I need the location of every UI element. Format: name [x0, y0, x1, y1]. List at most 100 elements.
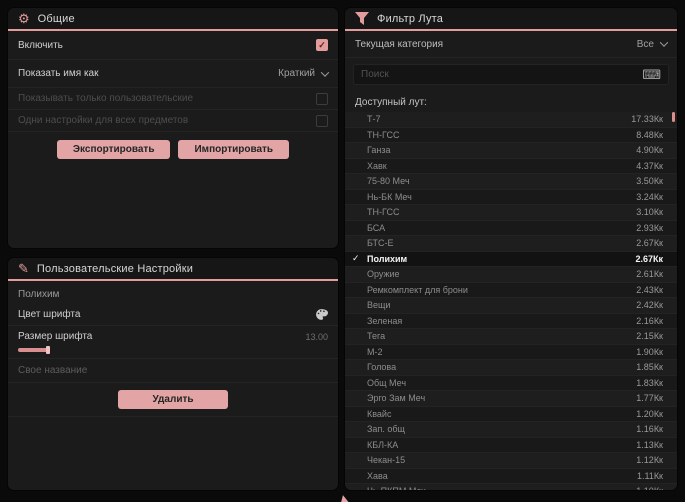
loot-filter-header: Фильтр Лута — [345, 8, 677, 31]
loot-value: 4.37Кк — [636, 160, 663, 171]
delete-row: Удалить — [8, 383, 338, 417]
loot-row[interactable]: ✓ Ганза 4.90Кк — [345, 143, 677, 159]
loot-value: 2.61Кк — [636, 269, 663, 280]
loot-value: 1.20Кк — [636, 408, 663, 419]
loot-name: Общ Меч — [367, 377, 407, 388]
keyboard-icon[interactable]: ⌨ — [642, 68, 661, 81]
loot-row[interactable]: ✓ Нь-БК Меч 3.24Кк — [345, 189, 677, 205]
loot-name: Ремкомплект для брони — [367, 284, 468, 295]
loot-row[interactable]: ✓ Голова 1.85Кк — [345, 360, 677, 376]
loot-name: М-2 — [367, 346, 383, 357]
palette-icon[interactable] — [315, 308, 328, 321]
check-icon: ✓ — [352, 252, 360, 263]
chevron-down-icon — [320, 67, 330, 77]
loot-name: Тега — [367, 331, 386, 342]
loot-row[interactable]: ✓ Ремкомплект для брони 2.43Кк — [345, 282, 677, 298]
slider-handle[interactable] — [46, 346, 50, 354]
only-custom-checkbox[interactable] — [316, 92, 328, 105]
loot-row[interactable]: ✓ Т-7 17.33Кк — [345, 112, 677, 128]
loot-value: 1.85Кк — [636, 362, 663, 373]
loot-name: БСА — [367, 222, 386, 233]
loot-filter-title: Фильтр Лута — [377, 12, 444, 25]
loot-row[interactable]: ✓ Полихим 2.67Кк — [345, 251, 677, 267]
loot-name: ТН-ГСС — [367, 207, 400, 218]
category-row: Текущая категория Все — [345, 31, 677, 58]
loot-name: Чь-ПКПМ Меч — [367, 486, 636, 490]
enable-row: Включить ✓ — [8, 31, 338, 60]
loot-value: 2.67Кк — [635, 253, 663, 264]
loot-row[interactable]: ✓ 75-80 Меч 3.50Кк — [345, 174, 677, 190]
loot-row[interactable]: ✓ КБЛ-КА 1.13Кк — [345, 437, 677, 453]
loot-row[interactable]: ✓ Чь-ПКПМ Меч 1.10Кк — [345, 484, 677, 490]
export-button[interactable]: Экспортировать — [56, 140, 171, 159]
loot-row[interactable]: ✓ Квайс 1.20Кк — [345, 406, 677, 422]
loot-value: 2.67Кк — [636, 238, 663, 249]
loot-value: 1.11Кк — [636, 470, 663, 481]
custom-settings-title: Пользовательские Настройки — [36, 262, 194, 275]
loot-value: 8.48Кк — [636, 129, 663, 140]
loot-row[interactable]: ✓ ТН-ГСС 8.48Кк — [345, 127, 677, 143]
loot-name: Нь-БК Меч — [367, 191, 412, 202]
loot-name: Хавк — [367, 160, 387, 171]
loot-value: 1.90Кк — [636, 346, 663, 357]
delete-button[interactable]: Удалить — [118, 390, 228, 409]
scrollbar-thumb[interactable] — [672, 112, 675, 122]
loot-value: 3.10Кк — [636, 207, 663, 218]
same-settings-label: Одни настройки для всех предметов — [18, 115, 189, 126]
loot-row[interactable]: ✓ Общ Меч 1.83Кк — [345, 375, 677, 391]
loot-name: Вещи — [367, 300, 391, 311]
custom-name-input[interactable] — [8, 359, 338, 383]
loot-value: 3.24Кк — [636, 191, 663, 202]
loot-row[interactable]: ✓ Зеленая 2.16Кк — [345, 313, 677, 329]
loot-name: Чекан-15 — [367, 455, 406, 466]
loot-row[interactable]: ✓ ТН-ГСС 3.10Кк — [345, 205, 677, 221]
loot-value: 2.42Кк — [636, 300, 663, 311]
loot-row[interactable]: ✓ Вещи 2.42Кк — [345, 298, 677, 314]
loot-value: 1.77Кк — [636, 393, 663, 404]
page: ⚙ Общие Включить ✓ Показать имя как Крат… — [0, 0, 685, 502]
loot-row[interactable]: ✓ Хава 1.11Кк — [345, 468, 677, 484]
general-panel-title: Общие — [37, 12, 75, 25]
loot-row[interactable]: ✓ Чекан-15 1.12Кк — [345, 453, 677, 469]
loot-value: 2.43Кк — [636, 284, 663, 295]
loot-row[interactable]: ✓ БСА 2.93Кк — [345, 220, 677, 236]
loot-row[interactable]: ✓ БТС-Е 2.67Кк — [345, 236, 677, 252]
same-settings-row: Одни настройки для всех предметов — [8, 110, 338, 132]
show-name-value: Краткий — [278, 68, 315, 79]
loot-value: 1.83Кк — [636, 377, 663, 388]
loot-name: Зеленая — [367, 315, 403, 326]
chevron-down-icon — [659, 38, 669, 47]
available-loot-label: Доступный лут: — [355, 97, 427, 108]
only-custom-label: Показывать только пользовательские — [18, 93, 193, 104]
loot-name: Голова — [367, 362, 397, 373]
font-size-slider[interactable] — [18, 344, 328, 356]
loot-name: Полихим — [367, 253, 408, 264]
loot-row[interactable]: ✓ Хавк 4.37Кк — [345, 158, 677, 174]
custom-settings-header: ✎ Пользовательские Настройки — [8, 258, 338, 281]
loot-name: Зап. общ — [367, 424, 405, 435]
loot-row[interactable]: ✓ Зап. общ 1.16Кк — [345, 422, 677, 438]
loot-row[interactable]: ✓ Оружие 2.61Кк — [345, 267, 677, 283]
show-name-dropdown[interactable]: Краткий — [278, 67, 330, 79]
import-button[interactable]: Импортировать — [178, 140, 290, 159]
loot-name: 75-80 Меч — [367, 176, 410, 187]
loot-value: 2.15Кк — [636, 331, 663, 342]
enable-checkbox[interactable]: ✓ — [316, 39, 328, 51]
loot-row[interactable]: ✓ Тега 2.15Кк — [345, 329, 677, 345]
loot-row[interactable]: ✓ М-2 1.90Кк — [345, 344, 677, 360]
loot-name: ТН-ГСС — [367, 129, 400, 140]
same-settings-checkbox[interactable] — [316, 114, 328, 127]
font-color-row[interactable]: Цвет шрифта — [8, 304, 338, 326]
funnel-icon — [355, 12, 369, 25]
loot-value: 3.50Кк — [636, 176, 663, 187]
loot-row[interactable]: ✓ Эрго Зам Меч 1.77Кк — [345, 391, 677, 407]
loot-name: Квайс — [367, 408, 392, 419]
font-size-value: 13.00 — [305, 331, 328, 342]
left-column: ⚙ Общие Включить ✓ Показать имя как Крат… — [8, 8, 338, 494]
search-input[interactable] — [361, 69, 643, 80]
loot-filter-panel: Фильтр Лута Текущая категория Все ⌨ Дост… — [345, 8, 677, 490]
category-value: Все — [636, 38, 654, 50]
category-dropdown[interactable]: Все — [636, 38, 669, 50]
loot-name: Оружие — [367, 269, 400, 280]
loot-value: 1.13Кк — [636, 439, 663, 450]
